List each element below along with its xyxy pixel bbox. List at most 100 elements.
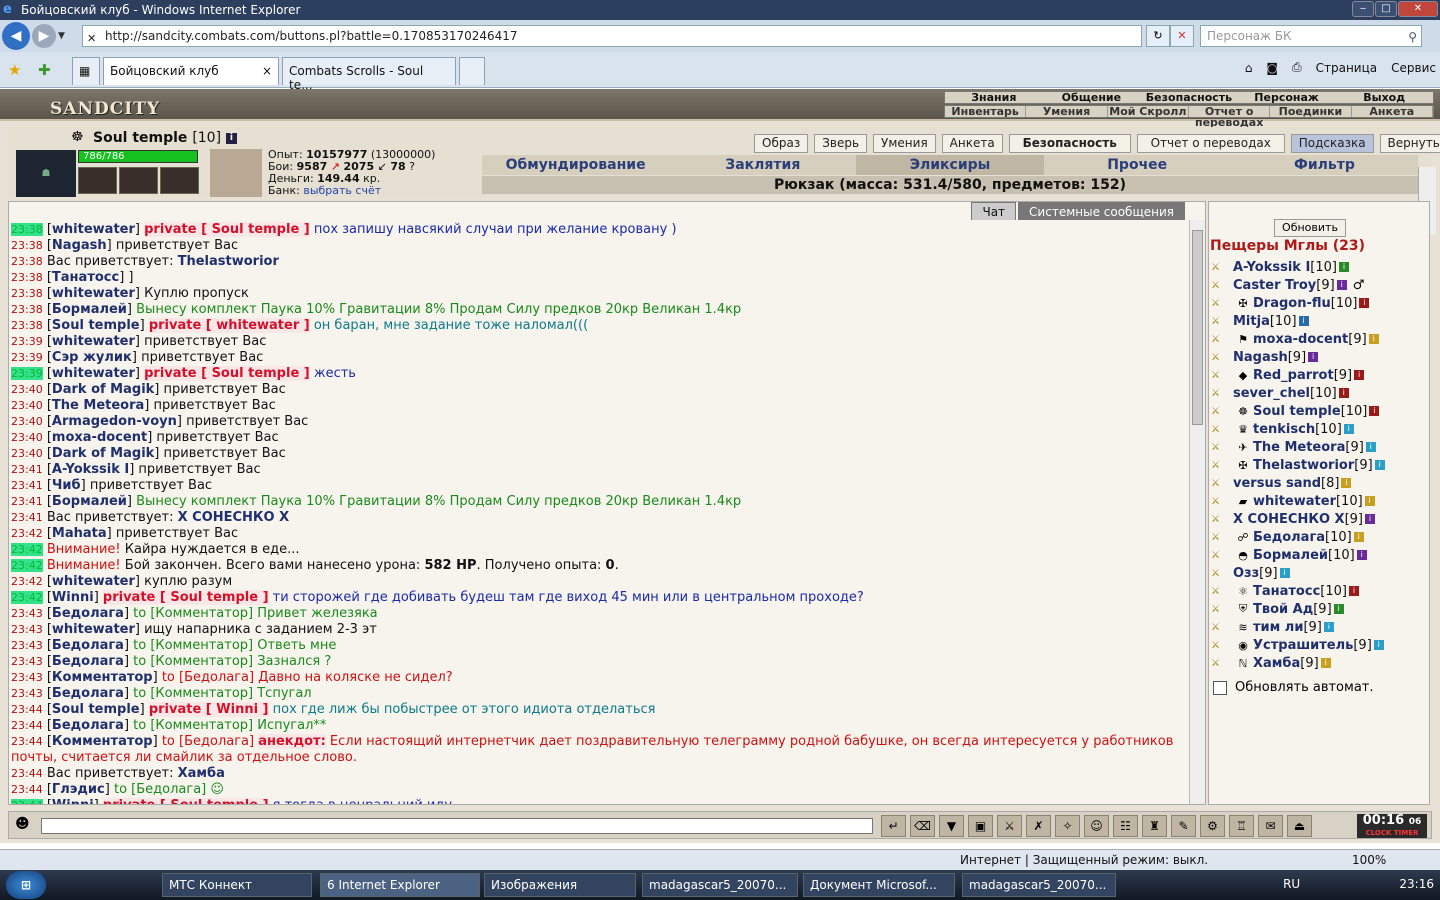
- player-name-link[interactable]: Caster Troy: [1233, 278, 1316, 293]
- user-name-link[interactable]: whitewater: [52, 334, 135, 349]
- player-name-link[interactable]: Thelastworior: [1253, 458, 1354, 473]
- private-msg-icon[interactable]: ⚔: [1211, 262, 1233, 273]
- chat-input[interactable]: [41, 818, 873, 834]
- user-name-link[interactable]: Soul temple: [52, 702, 140, 717]
- private-msg-icon[interactable]: ⚔: [1211, 370, 1233, 381]
- chat-user-icon[interactable]: ☻: [15, 816, 30, 832]
- message-time[interactable]: 23:40: [11, 431, 43, 444]
- user-name-link[interactable]: Nagash: [52, 238, 107, 253]
- player-name-link[interactable]: sever_chel: [1233, 386, 1310, 401]
- player-info-icon[interactable]: i: [1348, 586, 1359, 596]
- private-msg-icon[interactable]: ⚔: [1211, 334, 1233, 345]
- user-name-link[interactable]: Глэдис: [52, 782, 105, 797]
- user-name-link[interactable]: Хамба: [178, 766, 225, 781]
- send-icon[interactable]: ↵: [881, 815, 906, 837]
- info-icon[interactable]: i: [225, 132, 237, 144]
- player-info-icon[interactable]: i: [1308, 352, 1319, 362]
- player-name-link[interactable]: moxa-docent: [1253, 332, 1348, 347]
- refresh-icon[interactable]: ↻: [1146, 25, 1170, 47]
- menu-security[interactable]: Безопасность: [1140, 92, 1238, 103]
- user-name-link[interactable]: Бормалей: [52, 302, 127, 317]
- forward-button[interactable]: ▶: [32, 24, 56, 48]
- private-msg-icon[interactable]: ⚔: [1211, 550, 1233, 561]
- menu-fights[interactable]: Поединки: [1270, 106, 1352, 117]
- close-tab-icon[interactable]: ×: [262, 64, 272, 78]
- private-msg-icon[interactable]: ⚔: [1211, 442, 1233, 453]
- player-name-link[interactable]: Mitja: [1233, 314, 1270, 329]
- user-name-link[interactable]: Thelastworior: [178, 254, 279, 269]
- settings-icon[interactable]: ⚙: [1200, 815, 1225, 837]
- player-info-icon[interactable]: i: [1279, 568, 1290, 578]
- taskbar-button[interactable]: Изображения: [484, 873, 636, 897]
- skills-button[interactable]: Умения: [873, 134, 936, 153]
- home-icon[interactable]: ⌂: [1245, 61, 1253, 75]
- private-msg-icon[interactable]: ⚔: [1211, 586, 1233, 597]
- message-time[interactable]: 23:38: [11, 255, 43, 268]
- mail-icon[interactable]: ✉: [1258, 815, 1283, 837]
- magic-icon[interactable]: ✧: [1055, 815, 1080, 837]
- transfer-report-button[interactable]: Отчет о переводах: [1136, 134, 1285, 153]
- private-msg-icon[interactable]: ⚔: [1211, 532, 1233, 543]
- player-name-link[interactable]: Танатосс: [1253, 584, 1320, 599]
- group-icon[interactable]: ☷: [1113, 815, 1138, 837]
- user-name-link[interactable]: Mahata: [52, 526, 107, 541]
- user-name-link[interactable]: Сэр жулик: [52, 350, 132, 365]
- message-time[interactable]: 23:39: [11, 335, 43, 348]
- player-info-icon[interactable]: i: [1354, 370, 1365, 380]
- player-info-icon[interactable]: i: [1343, 424, 1354, 434]
- tab-system-messages[interactable]: Системные сообщения: [1018, 202, 1185, 220]
- scroll-icon[interactable]: ✎: [1171, 815, 1196, 837]
- private-msg-icon[interactable]: ⚔: [1211, 298, 1233, 309]
- menu-my-scroll[interactable]: Мой Скролл: [1108, 106, 1189, 117]
- player-name-link[interactable]: Бедолага: [1253, 530, 1325, 545]
- menu-knowledge[interactable]: Знания: [945, 92, 1043, 103]
- lock-icon[interactable]: ♖: [1229, 815, 1254, 837]
- page-menu[interactable]: Страница: [1316, 61, 1378, 75]
- private-msg-icon[interactable]: ⚔: [1211, 424, 1233, 435]
- player-info-icon[interactable]: i: [1338, 262, 1349, 272]
- message-time[interactable]: 23:42: [11, 559, 43, 572]
- message-time[interactable]: 23:43: [11, 687, 43, 700]
- private-msg-icon[interactable]: ⚔: [1211, 388, 1233, 399]
- message-time[interactable]: 23:44: [11, 735, 43, 748]
- player-info-icon[interactable]: i: [1353, 532, 1364, 542]
- user-name-link[interactable]: Soul temple: [52, 318, 140, 333]
- equipped-items-icon[interactable]: [210, 149, 262, 197]
- message-time[interactable]: 23:42: [11, 591, 43, 604]
- slot-icon[interactable]: [160, 167, 199, 194]
- tab-filter[interactable]: Фильтр: [1231, 155, 1418, 175]
- player-name-link[interactable]: whitewater: [1253, 494, 1336, 509]
- user-name-link[interactable]: whitewater: [52, 574, 135, 589]
- minimize-button[interactable]: ‒: [1352, 1, 1374, 17]
- private-msg-icon[interactable]: ⚔: [1211, 280, 1233, 291]
- message-time[interactable]: 23:38: [11, 239, 43, 252]
- exit-icon[interactable]: ⏏: [1287, 815, 1312, 837]
- security-zone[interactable]: Интернет | Защищенный режим: выкл.: [960, 853, 1208, 867]
- message-time[interactable]: 23:40: [11, 383, 43, 396]
- swords-icon[interactable]: ✗: [1026, 815, 1051, 837]
- user-name-link[interactable]: X СОНЕСНКО X: [178, 510, 290, 525]
- tab-combats-scrolls[interactable]: Combats Scrolls - Soul te...: [282, 57, 456, 92]
- player-info-icon[interactable]: i: [1374, 460, 1385, 470]
- player-info-icon[interactable]: i: [1323, 622, 1334, 632]
- private-msg-icon[interactable]: ⚔: [1211, 622, 1233, 633]
- player-name-link[interactable]: Озз: [1233, 566, 1259, 581]
- smile-icon[interactable]: ☺: [1084, 815, 1109, 837]
- message-time[interactable]: 23:38: [11, 223, 43, 236]
- player-name-link[interactable]: A-Yokssik I: [1233, 260, 1310, 275]
- menu-skills[interactable]: Умения: [1026, 106, 1108, 117]
- menu-character[interactable]: Персонаж: [1238, 92, 1336, 103]
- message-time[interactable]: 23:43: [11, 671, 43, 684]
- menu-exit[interactable]: Выход: [1335, 92, 1433, 103]
- player-info-icon[interactable]: i: [1365, 442, 1376, 452]
- player-info-icon[interactable]: i: [1364, 496, 1375, 506]
- tab-chat[interactable]: Чат: [971, 202, 1017, 220]
- player-info-icon[interactable]: i: [1336, 280, 1347, 290]
- feeds-icon[interactable]: ◙: [1266, 61, 1278, 75]
- tab-equipment[interactable]: Обмундирование: [482, 155, 669, 175]
- menu-social[interactable]: Общение: [1043, 92, 1141, 103]
- slot-icon[interactable]: [78, 167, 117, 194]
- tab-fight-club[interactable]: Бойцовский клуб ×: [103, 57, 279, 85]
- hint-button[interactable]: Подсказка: [1290, 134, 1374, 153]
- player-name-link[interactable]: The Meteora: [1253, 440, 1345, 455]
